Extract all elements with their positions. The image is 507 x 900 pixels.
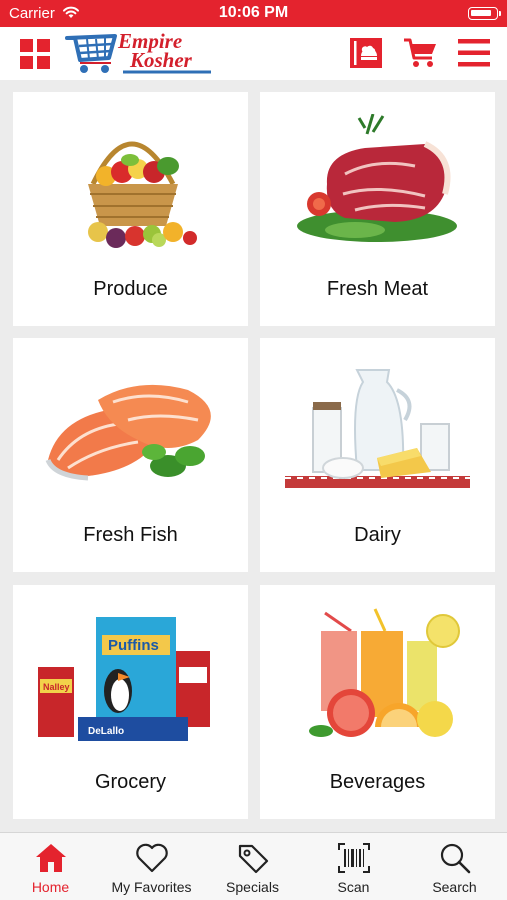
category-card-fresh-fish[interactable]: Fresh Fish [13, 338, 248, 572]
steak-image [297, 114, 457, 242]
barcode-icon [338, 843, 370, 873]
tab-label: Scan [337, 879, 370, 895]
bottom-tab-bar: Home My Favorites Specials Scan Search [0, 832, 507, 900]
category-label: Dairy [354, 524, 401, 546]
tab-label: Search [432, 879, 477, 895]
category-label: Fresh Fish [83, 524, 178, 546]
category-grid: Produce Fresh Meat Fresh Fish Dairy Nall… [0, 80, 507, 832]
battery-icon [468, 7, 501, 20]
category-label: Beverages [329, 771, 426, 793]
grid-menu-icon[interactable] [20, 39, 50, 69]
category-card-grocery[interactable]: Nalley Puffins DeLallo Grocery [13, 585, 248, 819]
tab-home[interactable]: Home [0, 833, 101, 900]
category-label: Grocery [94, 771, 167, 793]
grocery-products-image: Nalley Puffins DeLallo [38, 617, 210, 741]
logo-line2: Kosher [130, 48, 192, 72]
category-label: Produce [93, 278, 168, 300]
nalleys-can-label: Nalley [43, 682, 70, 692]
logo-cart-icon [65, 34, 117, 73]
category-card-beverages[interactable]: Beverages [260, 585, 495, 819]
cart-icon[interactable] [403, 37, 437, 69]
clock: 10:06 PM [218, 4, 289, 21]
tab-my-favorites[interactable]: My Favorites [101, 833, 202, 900]
tag-icon [238, 844, 269, 874]
tab-label: Home [31, 879, 70, 895]
tab-label: My Favorites [111, 879, 192, 895]
search-icon [440, 843, 471, 874]
home-icon [36, 844, 66, 872]
juice-glasses-image [309, 608, 460, 737]
app-header: Empire Kosher [0, 27, 507, 80]
category-card-dairy[interactable]: Dairy [260, 338, 495, 572]
category-label: Fresh Meat [326, 278, 429, 300]
tab-scan[interactable]: Scan [303, 833, 404, 900]
weekly-circular-icon[interactable] [350, 38, 382, 68]
logo-wordmark: Empire Kosher [118, 31, 192, 72]
produce-basket-image [88, 141, 197, 248]
puffins-box-label: Puffins [108, 637, 159, 654]
delallo-box-label: DeLallo [88, 726, 124, 737]
heart-icon [136, 843, 168, 873]
tab-label: Specials [226, 879, 279, 895]
salmon-image [45, 384, 211, 481]
tab-search[interactable]: Search [404, 833, 505, 900]
hamburger-menu-icon[interactable] [458, 38, 490, 68]
tab-specials[interactable]: Specials [202, 833, 303, 900]
category-card-fresh-meat[interactable]: Fresh Meat [260, 92, 495, 326]
category-card-produce[interactable]: Produce [13, 92, 248, 326]
status-bar: Carrier 10:06 PM [0, 0, 507, 27]
dairy-image [285, 369, 470, 488]
empire-kosher-logo[interactable]: Empire Kosher [65, 30, 215, 76]
